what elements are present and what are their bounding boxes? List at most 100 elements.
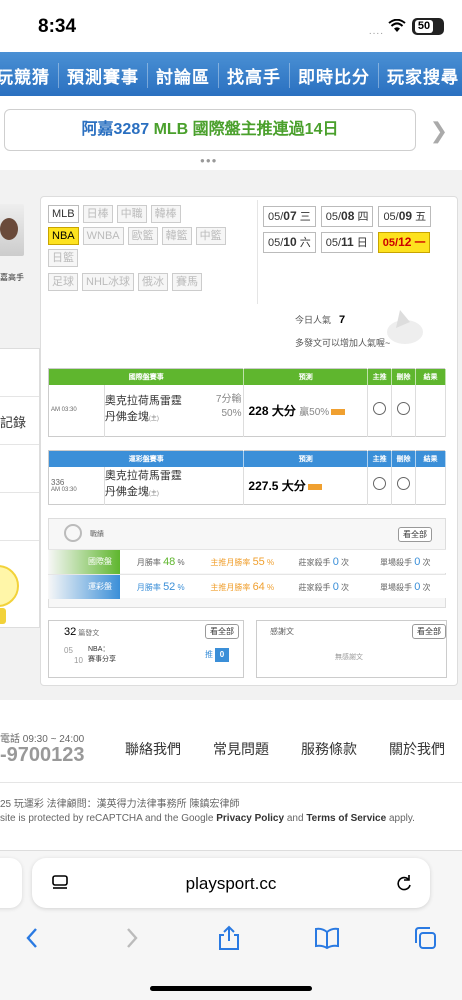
sport-tag[interactable]: 日籃: [48, 249, 78, 267]
col-header: 預測: [243, 450, 369, 467]
target-icon: [64, 524, 82, 542]
pick-badge: [307, 483, 322, 490]
delete-radio[interactable]: [397, 477, 411, 491]
copyright: 25 玩運彩 法律顧問：漢英得力法律事務所 陳鎮宏律師: [0, 799, 240, 810]
prediction-pick[interactable]: 228 大分: [248, 404, 295, 418]
divider: [0, 782, 462, 783]
sport-tag[interactable]: NHL冰球: [82, 273, 135, 291]
record-row: 國際盤 月勝率 48 % 主推月勝率 55 % 莊家殺手 0 次 單場殺手 0 …: [48, 549, 446, 574]
article-title[interactable]: NBA： 賽事分享: [88, 645, 116, 665]
wifi-icon: [388, 19, 406, 32]
col-header: 預測: [243, 368, 369, 385]
sport-tag[interactable]: 中籃: [195, 227, 226, 245]
col-header: 刪除: [391, 368, 417, 385]
sport-tag[interactable]: MLB: [48, 205, 79, 223]
single-killer: 單場殺手 0 次: [379, 580, 431, 593]
popularity-hint: 多發文可以增加人氣喔~: [295, 338, 391, 348]
reload-icon[interactable]: [394, 873, 414, 893]
sport-tag-active[interactable]: NBA: [48, 227, 79, 245]
record-link[interactable]: 記錄: [0, 412, 26, 431]
back-icon[interactable]: [20, 925, 46, 951]
previous-tab-preview[interactable]: [0, 858, 22, 908]
sport-tag[interactable]: 俄冰: [138, 273, 169, 291]
recaptcha-notice: site is protected by reCAPTCHA and the G…: [0, 813, 415, 824]
view-all-button[interactable]: 看全部: [398, 527, 432, 542]
article-count: 32 篇發文: [64, 626, 100, 638]
col-header: 運彩盤賽事: [48, 450, 245, 467]
thanks-title: 感謝文: [270, 627, 294, 636]
clock: 8:34: [38, 16, 77, 37]
away-team: 奧克拉荷馬雷霆: [104, 395, 182, 408]
terms-link[interactable]: Terms of Service: [306, 813, 386, 824]
footer-link-about[interactable]: 關於我們: [389, 739, 462, 759]
sport-filter: MLB 日棒 中職 韓棒 NBA WNBA 歐籃 韓籃 中籃 日籃 足球 NHL…: [48, 205, 258, 295]
footer-link-faq[interactable]: 常見問題: [213, 739, 301, 759]
date-button[interactable]: 05/09 五: [378, 206, 432, 227]
avatar[interactable]: [0, 204, 24, 256]
view-all-articles-button[interactable]: 看全部: [205, 624, 239, 639]
footer-links: 聯絡我們 常見問題 服務條款 關於我們: [125, 739, 462, 759]
footer-link-contact[interactable]: 聯絡我們: [125, 739, 213, 759]
nav-item[interactable]: 玩家搜尋: [378, 63, 462, 88]
signal-icon: ....: [368, 26, 384, 37]
pick-badge: [331, 408, 346, 415]
record-label: 國際盤: [48, 549, 120, 574]
bookmarks-icon[interactable]: [314, 925, 340, 951]
odds-pct: 50%: [221, 408, 242, 420]
hotline-hours: 電話 09:30 ~ 24:00: [0, 734, 85, 745]
sport-tag[interactable]: 歐籃: [127, 227, 158, 245]
nav-item[interactable]: 討論區: [147, 63, 218, 88]
col-header: 刪除: [391, 450, 417, 467]
popularity: 今日人氣 7: [295, 314, 346, 326]
hotline-number[interactable]: -9700123: [0, 744, 85, 767]
sport-tag[interactable]: 中職: [116, 205, 147, 223]
date-button[interactable]: 05/10 六: [263, 232, 316, 253]
sport-tag[interactable]: 韓棒: [150, 205, 181, 223]
footer-link-terms[interactable]: 服務條款: [301, 739, 389, 759]
nav-item[interactable]: 找高手: [218, 63, 289, 88]
nav-item[interactable]: 即時比分: [289, 63, 378, 88]
table-row: 336 AM 03:30 奧克拉荷馬雷霆 丹佛金塊(主) 227.5 大分: [48, 466, 446, 505]
main-monthly-win: 主推月勝率 55 %: [210, 555, 275, 568]
promo-banner[interactable]: 阿嘉3287 MLB 國際盤主推連過14日: [4, 109, 416, 151]
game-number: 336: [51, 477, 65, 487]
banner-area: 阿嘉3287 MLB 國際盤主推連過14日 ❯ ●●●: [0, 96, 462, 170]
single-killer: 單場殺手 0 次: [379, 555, 431, 568]
view-all-thanks-button[interactable]: 看全部: [412, 624, 446, 639]
sport-tag[interactable]: 足球: [48, 273, 78, 291]
main-pick-radio[interactable]: [373, 402, 387, 416]
status-bar: 8:34 .... 50: [0, 0, 462, 52]
battery-icon: 50: [412, 18, 444, 35]
record-label: 運彩盤: [48, 574, 120, 599]
lottery-prediction-table: 運彩盤賽事 預測 主推 刪除 結果 336 AM 03:30 奧克拉荷馬雷霆 丹佛…: [48, 450, 446, 505]
sport-tag[interactable]: 韓籃: [161, 227, 192, 245]
sport-tag[interactable]: 賽馬: [172, 273, 203, 291]
address-bar[interactable]: playsport.cc: [32, 858, 430, 908]
tabs-icon[interactable]: [412, 925, 438, 951]
date-button[interactable]: 05/11 日: [320, 232, 373, 253]
share-icon[interactable]: [216, 925, 242, 951]
prediction-pick[interactable]: 227.5 大分: [248, 479, 305, 493]
sport-tag[interactable]: 日棒: [82, 205, 113, 223]
date-selector: 05/07 三 05/08 四 05/09 五 05/10 六 05/11 日 …: [263, 206, 455, 253]
sport-tag[interactable]: WNBA: [82, 227, 124, 245]
home-team: 丹佛金塊: [104, 486, 149, 499]
main-pick-radio[interactable]: [373, 477, 387, 491]
user-label: 嘉高手: [0, 273, 24, 282]
nav-item[interactable]: 玩競猜: [0, 63, 58, 88]
date-button-active[interactable]: 05/12 一: [377, 232, 431, 253]
chevron-right-icon[interactable]: ❯: [430, 118, 448, 144]
game-time: AM 03:30: [51, 486, 77, 493]
col-header: 結果: [415, 450, 446, 467]
record-row: 運彩盤 月勝率 52 % 主推月勝率 64 % 莊家殺手 0 次 單場殺手 0 …: [48, 574, 446, 599]
privacy-link[interactable]: Privacy Policy: [216, 813, 284, 824]
top-nav: 玩競猜 預測賽事 討論區 找高手 即時比分 玩家搜尋 數據: [0, 52, 462, 96]
nav-item[interactable]: 預測賽事: [58, 63, 147, 88]
date-button[interactable]: 05/07 三: [263, 206, 316, 227]
forward-icon[interactable]: [118, 925, 144, 951]
divider: [257, 200, 258, 304]
delete-radio[interactable]: [397, 402, 411, 416]
date-button[interactable]: 05/08 四: [320, 206, 374, 227]
url-text: playsport.cc: [185, 874, 277, 893]
banker-killer: 莊家殺手 0 次: [298, 580, 350, 593]
